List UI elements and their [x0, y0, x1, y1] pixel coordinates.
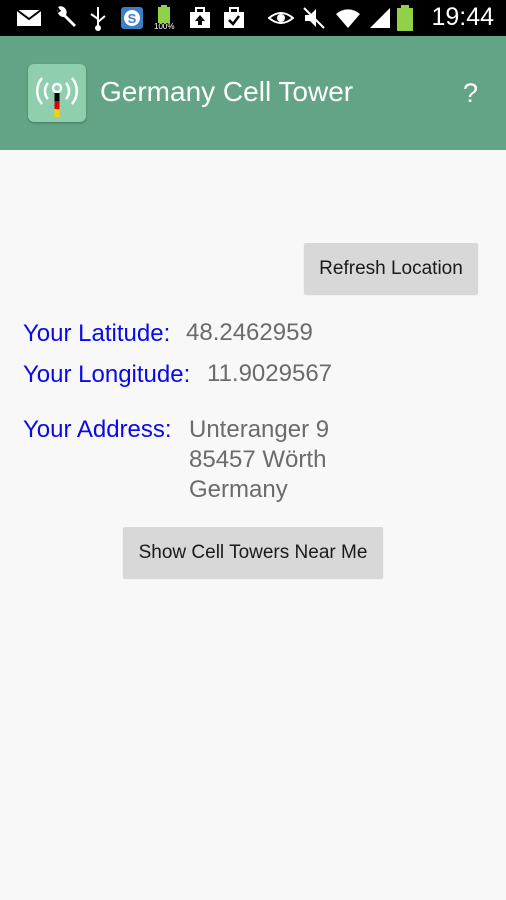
- cell-tower-germany-flag-icon: [28, 64, 86, 122]
- usb-icon: [88, 4, 108, 32]
- show-cell-towers-button[interactable]: Show Cell Towers Near Me: [123, 527, 383, 578]
- app-bar: Germany Cell Tower ?: [0, 36, 506, 150]
- app-title: Germany Cell Tower: [100, 76, 354, 107]
- latitude-label: Your Latitude:: [23, 320, 171, 347]
- latitude-value: 48.2462959: [186, 319, 313, 346]
- briefcase-check-icon: [222, 4, 246, 32]
- mute-icon: [302, 4, 326, 32]
- refresh-location-button[interactable]: Refresh Location: [304, 243, 478, 294]
- battery-icon: [396, 4, 414, 32]
- address-line-street: Unteranger 9: [189, 416, 330, 443]
- battery-percent-label: 100%: [154, 22, 175, 31]
- longitude-label: Your Longitude:: [23, 361, 191, 388]
- address-line-country: Germany: [189, 476, 288, 503]
- help-button[interactable]: ?: [463, 78, 478, 109]
- address-line-city: 85457 Wörth: [189, 446, 327, 473]
- signal-icon: [368, 4, 392, 32]
- status-bar: S 100% 19:44: [0, 0, 506, 36]
- battery-full-icon: 100%: [154, 4, 174, 32]
- wrench-icon: [52, 4, 78, 32]
- s-app-icon: S: [120, 4, 144, 32]
- eye-icon: [268, 4, 294, 32]
- svg-text:S: S: [128, 11, 137, 26]
- mail-icon: [16, 4, 42, 32]
- wifi-icon: [334, 4, 362, 32]
- address-label: Your Address:: [23, 416, 172, 443]
- longitude-value: 11.9029567: [207, 360, 333, 387]
- briefcase-upload-icon: [188, 4, 212, 32]
- status-time: 19:44: [431, 3, 494, 31]
